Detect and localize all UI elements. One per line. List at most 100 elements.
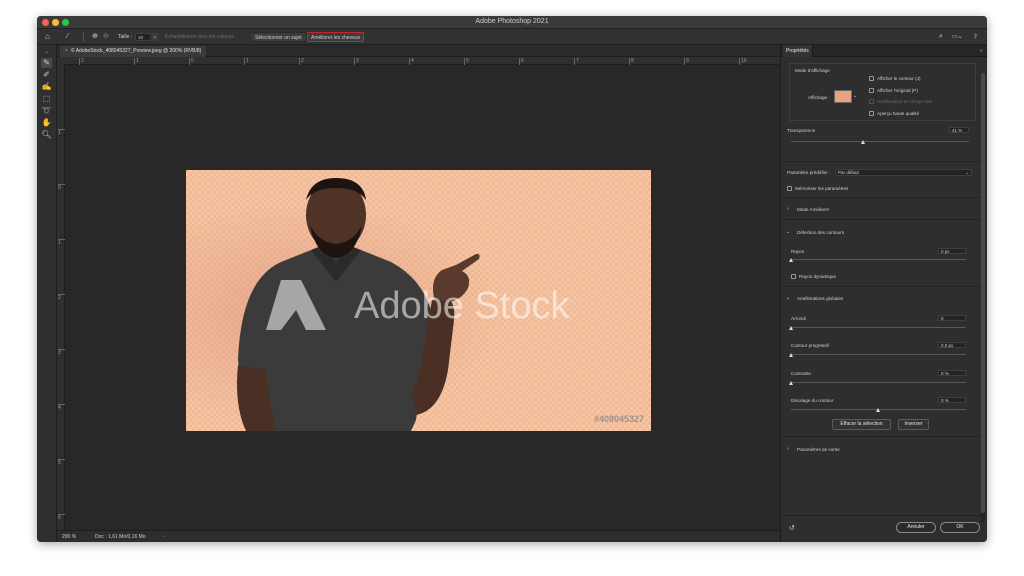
contrast-slider[interactable]	[788, 381, 966, 385]
view-mode-thumbnail[interactable]	[834, 90, 852, 103]
preset-label: Paramètre prédéfini :	[787, 170, 830, 175]
doc-info: Doc : 1,61 Mo/0,16 Mo	[95, 534, 146, 540]
smart-radius-checkbox[interactable]	[791, 274, 796, 279]
contrast-input[interactable]: 0 %	[938, 370, 966, 376]
zoom-tool-icon[interactable]: 🔍︎	[41, 130, 52, 140]
document-title: © AdobeStock_408045327_Preview.jpeg @ 20…	[70, 48, 202, 54]
radius-input[interactable]: 0 px	[938, 248, 966, 254]
slider-thumb[interactable]	[788, 353, 793, 357]
show-edge-checkbox[interactable]	[869, 76, 874, 81]
panel-tab-bar: Propriétés ≡	[781, 45, 987, 57]
refine-mode-header[interactable]: Mode Améliorer	[797, 207, 829, 212]
slider-thumb[interactable]	[788, 381, 793, 385]
sample-all-layers-option[interactable]: Échantillonner tous les calques	[165, 32, 234, 42]
panel-menu-icon[interactable]: ≡	[977, 45, 986, 57]
transparency-input[interactable]: 41 %	[949, 127, 969, 133]
chevron-down-icon[interactable]: ⌄	[786, 295, 790, 301]
invert-button[interactable]: Inverser	[898, 419, 929, 430]
ruler-v-tick: 0	[58, 184, 65, 191]
canvas-area[interactable]: Adobe Stock #408045327	[65, 65, 780, 530]
size-label: Taille :	[118, 34, 133, 40]
hand-tool-icon[interactable]: ✋	[41, 118, 52, 128]
share-icon[interactable]: ⇪	[973, 32, 978, 42]
output-settings-header[interactable]: Paramètres de sortie	[797, 447, 840, 452]
brush-tool-icon[interactable]: ✍	[41, 82, 52, 92]
remember-settings-checkbox[interactable]	[787, 186, 792, 191]
search-icon[interactable]: ⌕	[939, 32, 943, 42]
ruler-h-tick: 2	[299, 58, 304, 65]
quick-selection-tool-icon[interactable]: ✎	[41, 58, 52, 68]
document-tab[interactable]: × © AdobeStock_408045327_Preview.jpeg @ 2…	[60, 46, 207, 57]
high-quality-label: Aperçu haute qualité	[877, 111, 920, 116]
remember-settings-label: Mémoriser les paramètres	[795, 186, 849, 191]
collapse-toolbar-icon[interactable]: »	[41, 48, 52, 58]
slider-thumb[interactable]	[788, 326, 793, 330]
select-subject-button[interactable]: Sélectionner un sujet	[250, 32, 307, 42]
preset-value: Par défaut	[838, 170, 859, 175]
preset-dropdown[interactable]: Par défaut ⌄	[835, 169, 972, 176]
scrollbar-thumb[interactable]	[981, 73, 985, 513]
realtime-refine-label: Amélioration en temps réel	[877, 99, 932, 104]
preset-chevron-icon: ⌄	[965, 170, 969, 175]
ok-button[interactable]: OK	[940, 522, 980, 533]
ruler-h-tick: 0	[189, 58, 194, 65]
horizontal-ruler: 2 1 0 1 2 3 4 5 6 7 8 9 10	[65, 57, 780, 65]
properties-tab[interactable]: Propriétés	[783, 45, 813, 57]
radius-slider[interactable]	[788, 258, 966, 262]
chevron-right-icon[interactable]: ›	[787, 446, 789, 452]
object-selection-tool-icon[interactable]: ⬚	[41, 94, 52, 104]
refine-edge-brush-icon[interactable]: ✐	[41, 70, 52, 80]
size-dropdown-chevron-icon[interactable]: ⌄	[152, 33, 158, 41]
transparency-slider[interactable]	[791, 140, 969, 144]
show-original-checkbox[interactable]	[869, 88, 874, 93]
close-tab-icon[interactable]: ×	[65, 48, 68, 54]
ruler-h-tick: 2	[79, 58, 84, 65]
panel-scrollbar[interactable]	[981, 73, 985, 523]
shift-edge-input[interactable]: 0 %	[938, 397, 966, 403]
slider-thumb[interactable]	[861, 140, 866, 144]
realtime-refine-checkbox	[869, 99, 874, 104]
ruler-h-tick: 6	[519, 58, 524, 65]
shift-edge-slider[interactable]	[791, 408, 966, 412]
slider-thumb[interactable]	[876, 408, 880, 412]
feather-slider[interactable]	[788, 353, 966, 357]
lasso-tool-icon[interactable]: ➰	[41, 106, 52, 116]
chevron-down-icon[interactable]: ⌄	[786, 229, 790, 235]
edge-detection-header[interactable]: Détection des contours	[797, 230, 844, 235]
status-bar: 200 % Doc : 1,61 Mo/0,16 Mo ›	[57, 530, 780, 542]
divider	[783, 161, 983, 162]
add-to-selection-icon[interactable]: ⊕	[92, 32, 98, 42]
ruler-v-tick: 1	[58, 129, 65, 136]
properties-panel: Propriétés ≡ Mode d'affichage Affichage …	[780, 45, 987, 542]
refine-hair-button[interactable]: Améliorer les cheveux	[307, 32, 365, 42]
home-icon[interactable]: ⌂	[45, 32, 50, 42]
quick-selection-tool-icon[interactable]: ⁄	[67, 32, 68, 42]
global-refinements-header[interactable]: Améliorations globales	[797, 296, 843, 301]
high-quality-checkbox[interactable]	[869, 111, 874, 116]
vertical-ruler: 1 0 1 2 3 4 5 6	[57, 65, 65, 530]
divider	[783, 197, 983, 198]
document-image[interactable]: Adobe Stock #408045327	[186, 170, 651, 431]
radius-label: Rayon	[791, 249, 805, 254]
smooth-input[interactable]: 0	[938, 315, 966, 321]
ruler-h-tick: 9	[684, 58, 689, 65]
slider-thumb[interactable]	[788, 258, 793, 262]
ruler-v-tick: 5	[58, 459, 65, 466]
options-bar: ⌂ ⁄ ⊕ ⊖ Taille : 10 ⌄ Échantillonner tou…	[37, 29, 987, 45]
feather-label: Contour progressif	[791, 343, 829, 348]
smooth-slider[interactable]	[788, 326, 966, 330]
status-menu-chevron-icon[interactable]: ›	[163, 531, 165, 542]
cancel-button[interactable]: Annuler	[896, 522, 936, 533]
zoom-level[interactable]: 200 %	[62, 531, 76, 542]
view-mode-chevron-icon[interactable]: ⌄	[853, 93, 857, 99]
ruler-h-tick: 3	[354, 58, 359, 65]
workspace-icon[interactable]: ▭⌄	[952, 32, 963, 42]
subtract-from-selection-icon[interactable]: ⊖	[103, 32, 109, 42]
chevron-right-icon[interactable]: ›	[787, 206, 789, 212]
ruler-h-tick: 1	[134, 58, 139, 65]
clear-selection-button[interactable]: Effacer la sélection	[832, 419, 891, 430]
feather-input[interactable]: 0,0 px	[938, 342, 966, 348]
size-input[interactable]: 10	[135, 33, 151, 41]
ruler-v-tick: 4	[58, 404, 65, 411]
reset-icon[interactable]: ↺	[789, 524, 795, 532]
